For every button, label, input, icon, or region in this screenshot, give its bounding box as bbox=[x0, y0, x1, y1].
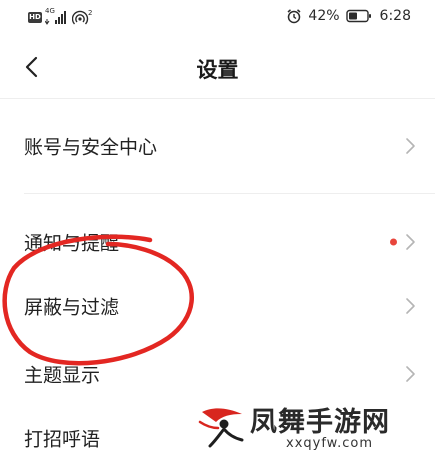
chevron-right-icon bbox=[406, 366, 415, 382]
settings-item-theme[interactable]: 主题显示 bbox=[0, 342, 435, 406]
settings-item-label: 通知与提醒 bbox=[24, 232, 120, 255]
chevron-right-icon bbox=[406, 138, 415, 154]
watermark-title: 凤舞手游网 bbox=[250, 407, 390, 438]
hotspot-count: 2 bbox=[88, 9, 92, 17]
settings-item-block-filter[interactable]: 屏蔽与过滤 bbox=[0, 274, 435, 338]
unread-dot bbox=[390, 238, 397, 246]
signal-icon: 4G bbox=[45, 7, 69, 25]
nav-header: 设置 bbox=[0, 36, 435, 99]
watermark: 凤舞手游网 xxqyfw.com bbox=[198, 398, 430, 458]
settings-item-account-security[interactable]: 账号与安全中心 bbox=[0, 114, 435, 178]
settings-item-label: 屏蔽与过滤 bbox=[24, 296, 120, 319]
hd-icon: HD bbox=[28, 11, 42, 23]
alarm-icon bbox=[287, 9, 301, 24]
hotspot-icon: 2 bbox=[72, 9, 92, 25]
status-right: 42% 6:28 bbox=[286, 8, 411, 24]
clock: 6:28 bbox=[379, 8, 411, 24]
settings-item-label: 主题显示 bbox=[24, 364, 101, 387]
settings-item-label: 打招呼语 bbox=[24, 428, 101, 451]
chevron-right-icon bbox=[406, 298, 415, 314]
battery-percent: 42% bbox=[308, 8, 340, 24]
watermark-site: xxqyfw.com bbox=[286, 436, 374, 451]
status-left: HD 4G 2 bbox=[28, 7, 94, 25]
battery-icon bbox=[345, 9, 371, 23]
status-bar: HD 4G 2 42% 6:28 bbox=[0, 0, 435, 36]
settings-item-label: 账号与安全中心 bbox=[24, 136, 158, 159]
section-divider bbox=[24, 193, 435, 194]
watermark-logo bbox=[198, 408, 244, 448]
page-title: 设置 bbox=[196, 58, 239, 82]
settings-item-notifications[interactable]: 通知与提醒 bbox=[0, 210, 435, 274]
settings-screen: HD 4G 2 42% 6:28 设置 账号与安全中心 通知与提醒 屏蔽与过滤 … bbox=[0, 0, 435, 459]
chevron-right-icon bbox=[406, 234, 415, 250]
